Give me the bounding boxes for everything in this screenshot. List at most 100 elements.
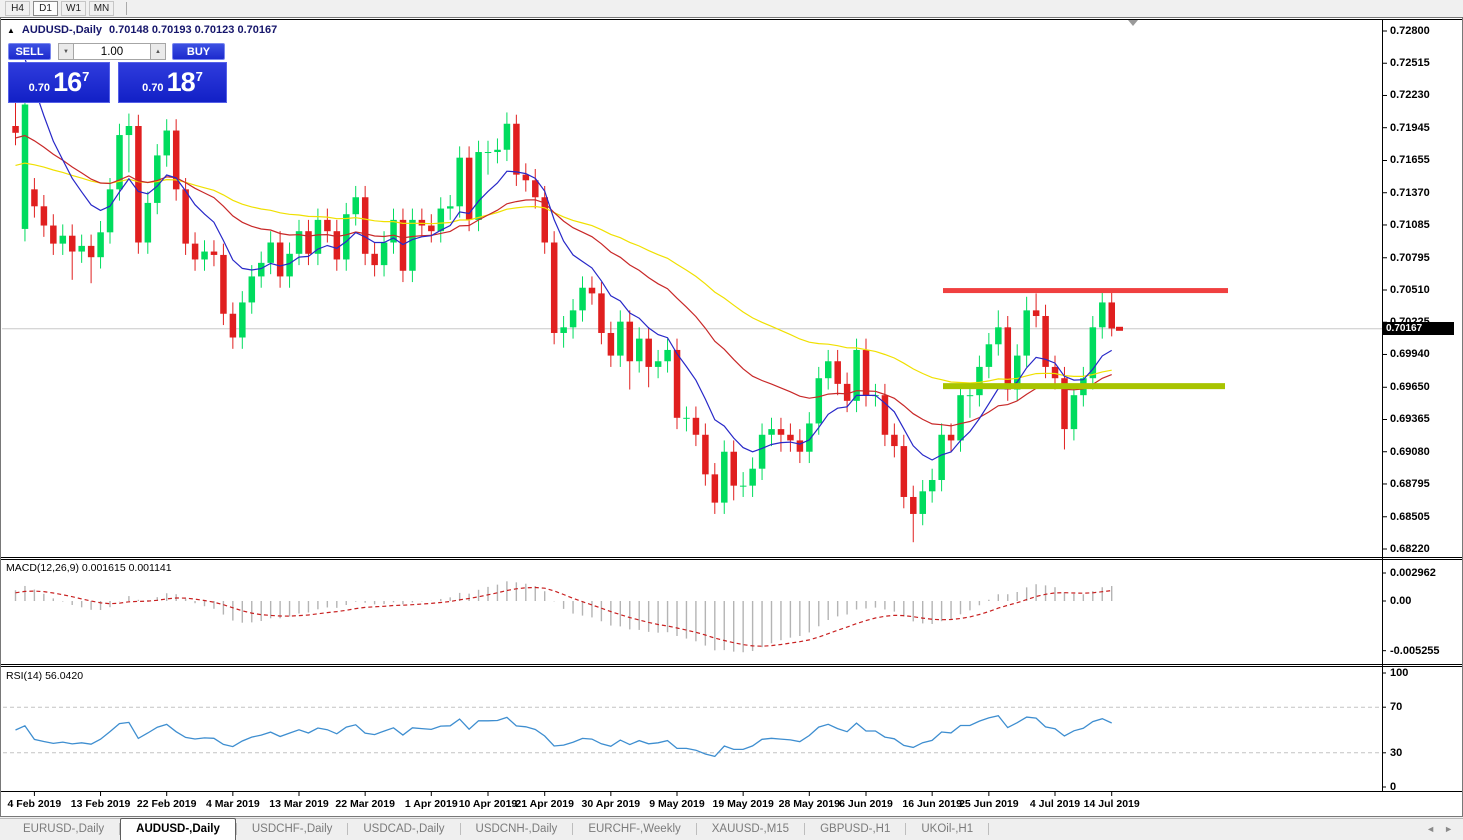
candle-body — [1090, 327, 1097, 378]
candle-body — [759, 435, 766, 469]
candle-body — [1005, 327, 1012, 389]
candle-body — [891, 435, 898, 446]
timeframe-button-d1[interactable]: D1 — [33, 1, 58, 16]
candle-body — [995, 327, 1002, 344]
sell-price-button[interactable]: 0.70 16 7 — [8, 62, 110, 103]
candle-body — [683, 418, 690, 419]
candle-body — [702, 435, 709, 475]
candle-body — [598, 293, 605, 333]
candle-body — [371, 254, 378, 265]
candle-body — [438, 209, 445, 232]
candle-body — [542, 197, 549, 242]
candle-body — [712, 474, 719, 502]
chart-window-frame[interactable] — [1, 18, 1463, 817]
caret-down-icon: ▼ — [63, 49, 69, 55]
candle-body — [523, 175, 530, 181]
macd-caption: MACD(12,26,9) 0.001615 0.001141 — [6, 562, 172, 574]
tab-scroll-left-icon[interactable]: ◄ — [1426, 824, 1435, 834]
candle-body — [69, 236, 76, 252]
candle-body — [627, 322, 634, 362]
support-line[interactable] — [943, 383, 1225, 389]
one-click-trading-panel: SELL ▼ ▲ BUY 0.70 16 7 0.70 18 7 — [8, 43, 228, 103]
candle-body — [655, 361, 662, 367]
buy-price-prefix: 0.70 — [142, 82, 163, 94]
candle-body — [1109, 302, 1116, 328]
caret-up-icon: ▲ — [155, 49, 161, 55]
candle-body — [816, 378, 823, 423]
candle-body — [617, 322, 624, 356]
candle-body — [825, 361, 832, 378]
candle-body — [957, 395, 964, 440]
tab-separator — [988, 823, 989, 835]
candle-body — [938, 435, 945, 480]
candle-body — [731, 452, 738, 486]
candle-body — [834, 361, 841, 384]
candle-body — [230, 314, 237, 338]
candle-body — [456, 158, 463, 207]
volume-input[interactable] — [74, 43, 150, 60]
tab-usdchf-daily[interactable]: USDCHF-,Daily — [237, 819, 348, 840]
chart-symbol-header: ▲ AUDUSD-,Daily 0.70148 0.70193 0.70123 … — [7, 24, 277, 36]
candle-body — [353, 197, 360, 214]
candle-body — [145, 203, 152, 243]
trade-controls-row: SELL ▼ ▲ BUY — [8, 43, 228, 60]
candle-body — [797, 440, 804, 451]
candle-body — [863, 350, 870, 395]
candle-body — [1071, 395, 1078, 429]
candle-body — [929, 480, 936, 491]
timeframe-button-mn[interactable]: MN — [89, 1, 114, 16]
candle-body — [249, 276, 256, 302]
chart-tab-bar: EURUSD-,DailyAUDUSD-,DailyUSDCHF-,DailyU… — [0, 818, 1463, 840]
candle-body — [22, 105, 29, 229]
candle-body — [409, 220, 416, 271]
candle-body — [182, 189, 189, 243]
timeframe-button-h4[interactable]: H4 — [5, 1, 30, 16]
tab-eurusd-daily[interactable]: EURUSD-,Daily — [8, 819, 119, 840]
candle-body — [901, 446, 908, 497]
candle-body — [636, 339, 643, 362]
volume-decrease-button[interactable]: ▼ — [58, 43, 74, 60]
candle-body — [164, 131, 171, 156]
tab-gbpusd-h1[interactable]: GBPUSD-,H1 — [805, 819, 905, 840]
candle-body — [853, 350, 860, 401]
chart-canvas[interactable] — [0, 0, 1463, 840]
tab-audusd-daily[interactable]: AUDUSD-,Daily — [120, 818, 236, 840]
candle-body — [362, 197, 369, 254]
buy-button[interactable]: BUY — [172, 43, 225, 60]
tab-ukoil-h1[interactable]: UKOil-,H1 — [906, 819, 988, 840]
candle-body — [447, 206, 454, 208]
candle-body — [589, 288, 596, 294]
candle-body — [305, 231, 312, 254]
resistance-line[interactable] — [943, 288, 1228, 293]
tab-xauusd-m15[interactable]: XAUUSD-,M15 — [697, 819, 804, 840]
candle-body — [107, 189, 114, 232]
candle-body — [768, 429, 775, 435]
buy-price-button[interactable]: 0.70 18 7 — [118, 62, 227, 103]
candle-body — [504, 124, 511, 150]
chart-shift-marker-icon[interactable] — [1128, 20, 1138, 26]
volume-increase-button[interactable]: ▲ — [150, 43, 166, 60]
current-price-badge: 0.70167 — [1383, 322, 1454, 335]
tab-usdcnh-daily[interactable]: USDCNH-,Daily — [461, 819, 573, 840]
collapse-panel-icon[interactable]: ▲ — [7, 26, 15, 35]
rsi-caption: RSI(14) 56.0420 — [6, 670, 83, 682]
candle-body — [50, 226, 57, 244]
tab-usdcad-daily[interactable]: USDCAD-,Daily — [348, 819, 459, 840]
candle-body — [60, 236, 67, 244]
candle-body — [97, 232, 104, 257]
tab-eurchf-weekly[interactable]: EURCHF-,Weekly — [573, 819, 695, 840]
candle-body — [787, 435, 794, 441]
candle-body — [976, 367, 983, 395]
sell-button[interactable]: SELL — [8, 43, 51, 60]
timeframe-toolbar: H4D1W1MN — [0, 0, 1463, 17]
tab-scroll-right-icon[interactable]: ► — [1444, 824, 1453, 834]
candle-body — [239, 302, 246, 337]
tab-scroll-arrows: ◄ ► — [1426, 824, 1453, 834]
candle-body — [267, 242, 274, 262]
candle-body — [475, 152, 482, 220]
candle-body — [12, 126, 18, 133]
timeframe-button-w1[interactable]: W1 — [61, 1, 86, 16]
candle-body — [1023, 310, 1029, 355]
candle-body — [664, 350, 671, 361]
buy-price-main: 18 — [167, 67, 195, 98]
